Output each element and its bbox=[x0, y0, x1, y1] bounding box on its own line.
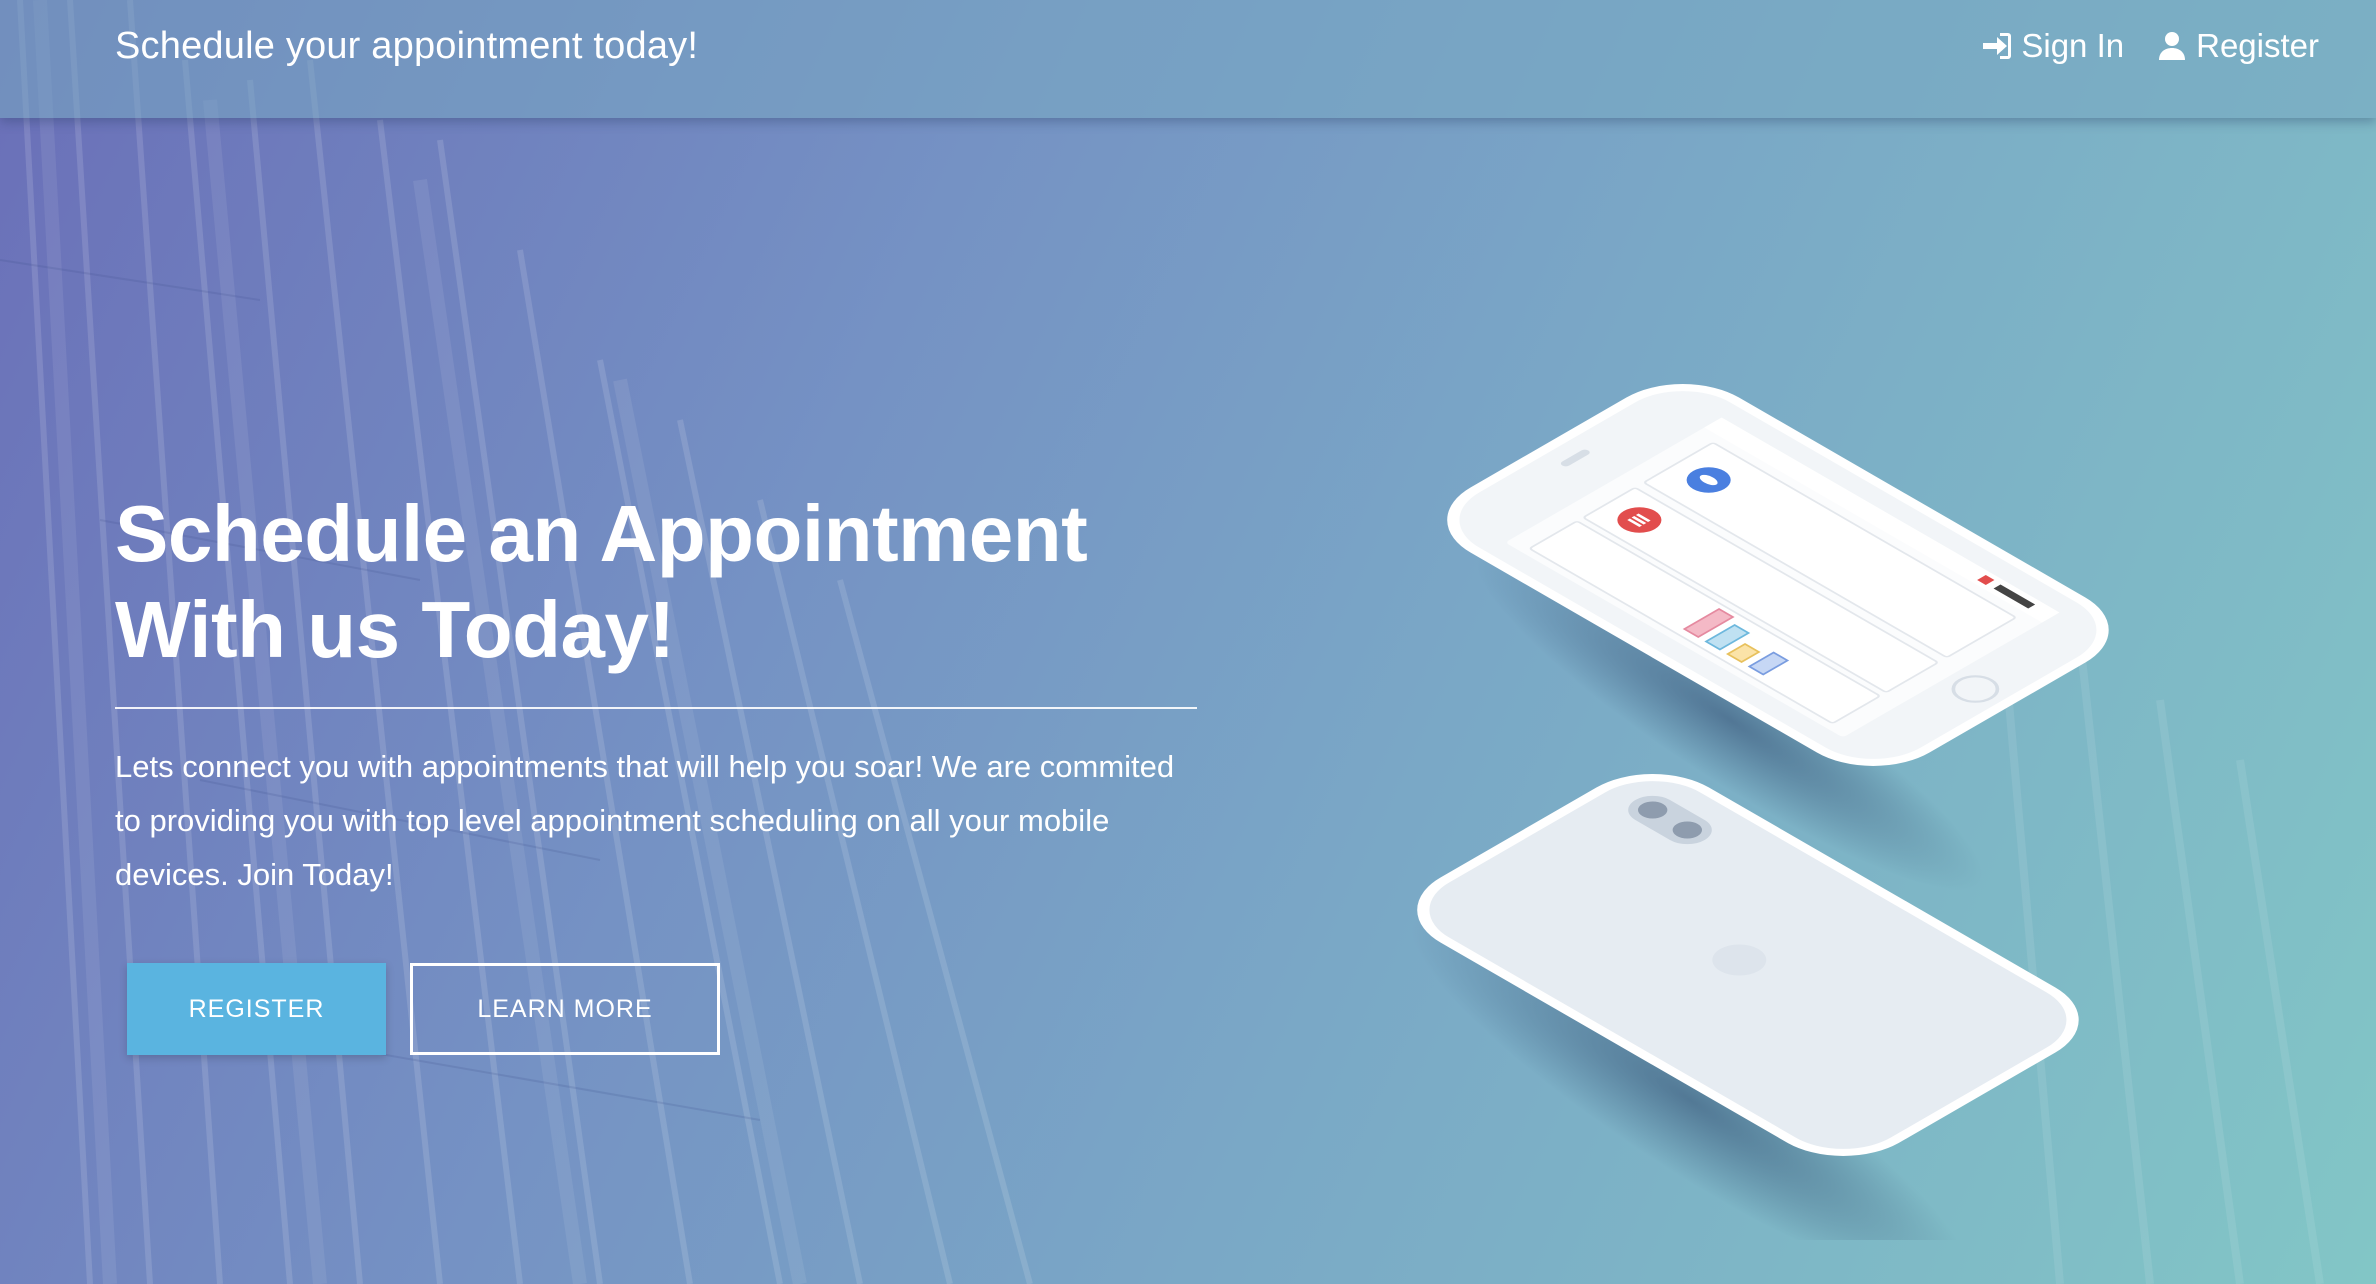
register-link[interactable]: Register bbox=[2156, 24, 2319, 68]
sign-in-label: Sign In bbox=[2021, 27, 2125, 64]
top-navbar: Schedule your appointment today! Sign In… bbox=[0, 0, 2376, 118]
register-button[interactable]: REGISTER bbox=[127, 963, 386, 1055]
hero-divider bbox=[115, 707, 1197, 709]
nav-links: Sign In Register bbox=[1981, 24, 2319, 68]
register-label: Register bbox=[2196, 27, 2319, 64]
user-icon bbox=[2159, 32, 2186, 60]
back-phone bbox=[1417, 774, 2079, 1156]
learn-more-button[interactable]: LEARN MORE bbox=[410, 963, 720, 1055]
hero-description: Lets connect you with appointments that … bbox=[115, 749, 1175, 892]
front-phone bbox=[1447, 384, 2109, 766]
sign-in-link[interactable]: Sign In bbox=[1981, 24, 2124, 68]
hero-title: Schedule an Appointment With us Today! bbox=[115, 486, 1265, 678]
phones-illustration bbox=[1410, 384, 2109, 1240]
sign-in-icon bbox=[1983, 33, 2012, 59]
hero-title-line-1: Schedule an Appointment bbox=[115, 489, 1088, 578]
hero-title-line-2: With us Today! bbox=[115, 585, 675, 674]
brand-title[interactable]: Schedule your appointment today! bbox=[115, 22, 698, 70]
